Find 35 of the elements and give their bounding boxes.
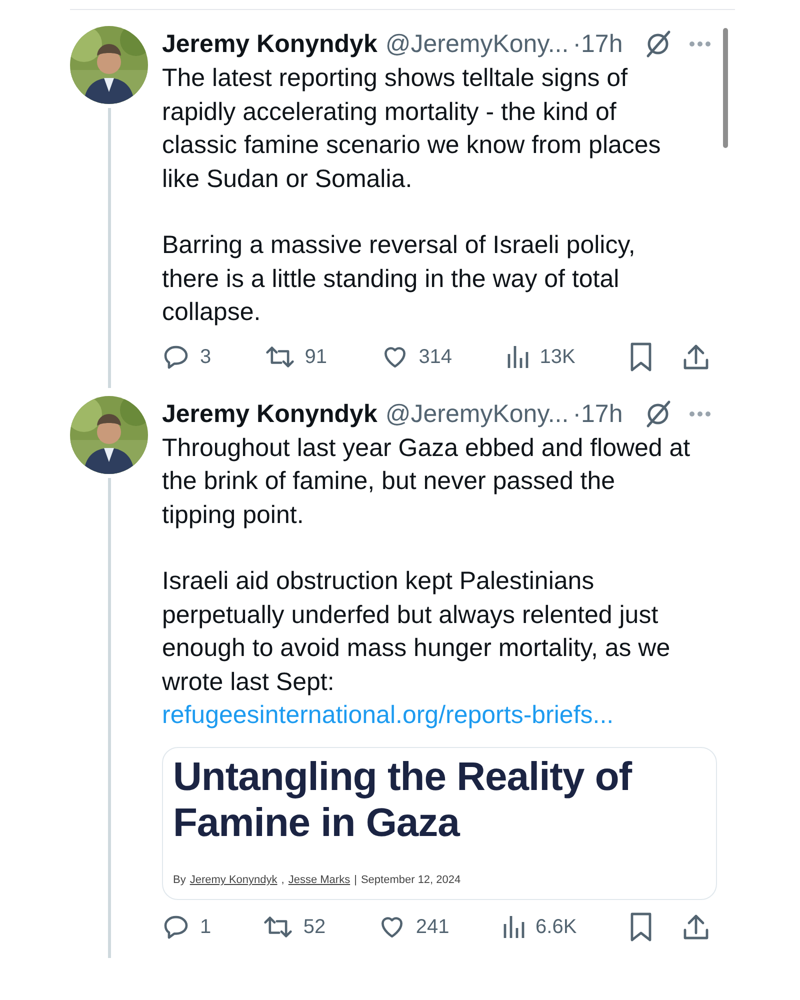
count: 241 — [416, 914, 450, 940]
author-handle[interactable]: @JeremyKony... — [385, 28, 569, 60]
scrollbar[interactable] — [723, 28, 728, 148]
bar-chart-icon[interactable] — [506, 344, 530, 370]
byline-label: By — [173, 873, 186, 888]
author-handle[interactable]: @JeremyKony... — [385, 398, 569, 430]
count: 13K — [540, 344, 576, 370]
separator-text: | — [354, 873, 357, 888]
author-link[interactable]: Jeremy Konyndyk — [190, 872, 278, 888]
card-title: Untangling the Reality of Famine in Gaza — [173, 754, 634, 846]
bar-chart-icon[interactable] — [502, 914, 526, 940]
comma: , — [281, 873, 284, 888]
tweet-text: The latest reporting shows telltale signs of rapidly accelerating mortality - the kind of classic famine scenario we know from places like Sudan or Somalia. — [162, 63, 662, 194]
tweet-text: Israeli aid obstruction kept Palestinians perpetually underfed but always relented just enough to avoid mass hunger mortality, as we wrote last Sept: — [162, 566, 672, 698]
author-name[interactable]: Jeremy Konyndyk — [162, 398, 378, 430]
bookmark-icon[interactable] — [628, 912, 653, 942]
dot-separator: · — [572, 29, 582, 60]
share-icon[interactable] — [682, 342, 709, 370]
count: 6.6K — [536, 914, 577, 940]
timestamp[interactable]: 17h — [581, 398, 623, 430]
bookmark-icon[interactable] — [628, 342, 653, 372]
count: 91 — [304, 344, 328, 370]
link-card[interactable]: Untangling the Reality of Famine in Gaza By Jeremy Konyndyk , Jesse Marks | September 12, 2024 — [162, 746, 717, 900]
count: 3 — [200, 344, 212, 370]
publish-date: September 12, 2024 — [360, 873, 461, 888]
tweet-text: Barring a massive reversal of Israeli policy, there is a little standing in the way of total collapse. — [162, 230, 636, 328]
count: 314 — [418, 344, 452, 370]
author-name[interactable]: Jeremy Konyndyk — [162, 28, 378, 60]
author-link[interactable]: Jesse Marks — [288, 872, 350, 888]
tweet-text: Throughout last year Gaza ebbed and flowed at the brink of famine, but never passed the tipping point. — [162, 432, 692, 530]
share-icon[interactable] — [682, 912, 709, 940]
count: 52 — [303, 914, 326, 940]
count: 1 — [200, 914, 212, 940]
timestamp[interactable]: 17h — [581, 28, 623, 60]
dot-separator: · — [572, 398, 582, 430]
